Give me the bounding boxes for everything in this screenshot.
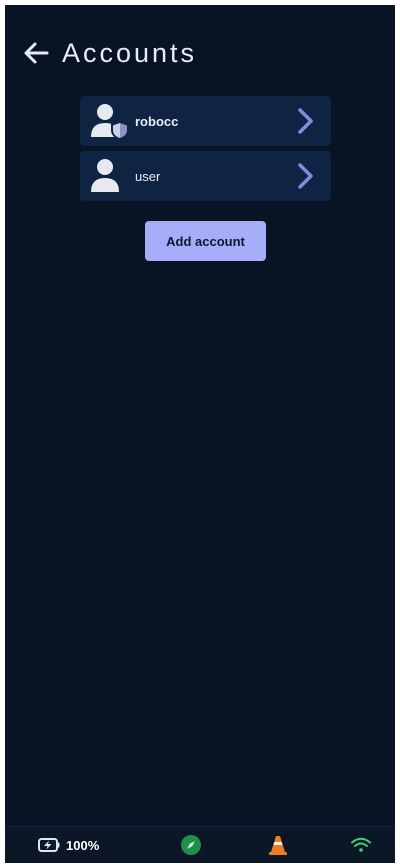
- cone-status: [269, 827, 287, 863]
- header: Accounts: [5, 31, 197, 75]
- account-row-robocc[interactable]: robocc: [80, 96, 331, 146]
- back-button[interactable]: [14, 31, 58, 75]
- traffic-cone-icon: [269, 836, 287, 855]
- compass-status: [180, 827, 202, 863]
- account-name: robocc: [135, 113, 179, 129]
- user-icon: [89, 156, 129, 196]
- battery-charging-icon: [38, 838, 60, 852]
- account-row-user[interactable]: user: [80, 151, 331, 201]
- accounts-screen: Accounts robocc user Add account 100%: [5, 5, 395, 863]
- arrow-left-icon: [24, 42, 49, 64]
- status-bar: 100%: [5, 826, 395, 863]
- wifi-status: [351, 827, 371, 863]
- page-title: Accounts: [62, 37, 198, 68]
- battery-percent: 100%: [66, 837, 100, 853]
- battery-status: 100%: [38, 827, 99, 863]
- user-shield-icon: [89, 101, 129, 141]
- chevron-right-icon: [298, 163, 313, 189]
- wifi-icon: [351, 837, 371, 852]
- add-account-button[interactable]: Add account: [145, 221, 266, 261]
- account-name: user: [135, 168, 161, 184]
- account-list: robocc user: [80, 96, 331, 206]
- compass-icon: [181, 835, 201, 855]
- chevron-right-icon: [298, 108, 313, 134]
